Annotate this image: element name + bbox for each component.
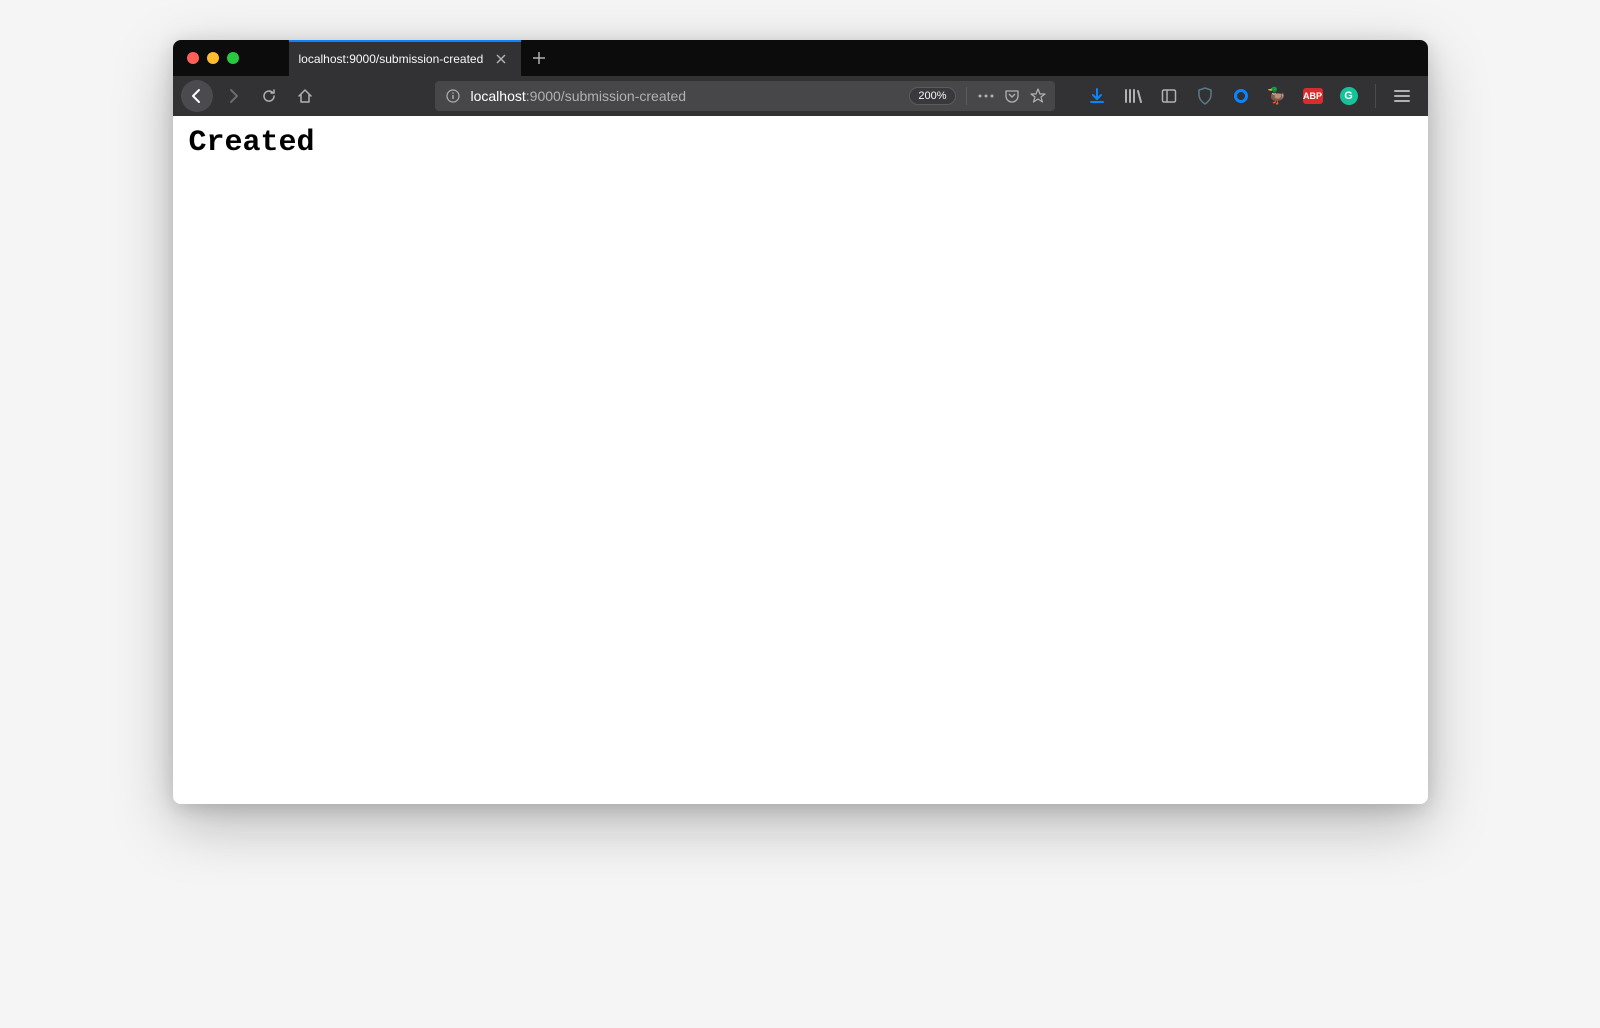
reload-button[interactable]	[253, 80, 285, 112]
toolbar-icons: 🦆 ABP G	[1083, 82, 1420, 110]
downloads-icon[interactable]	[1083, 82, 1111, 110]
back-button[interactable]	[181, 80, 213, 112]
close-tab-icon[interactable]	[491, 51, 511, 67]
window-controls	[181, 40, 249, 76]
toolbar-divider	[1375, 84, 1376, 108]
url-divider	[966, 87, 967, 105]
address-bar[interactable]: localhost:9000/submission-created 200%	[435, 81, 1055, 111]
url-path: :9000/submission-created	[526, 88, 686, 104]
close-window-button[interactable]	[187, 52, 199, 64]
page-body-text: Created	[189, 126, 315, 160]
bookmark-star-icon[interactable]	[1025, 83, 1051, 109]
library-icon[interactable]	[1119, 82, 1147, 110]
extension-circle-icon[interactable]	[1227, 82, 1255, 110]
browser-window: localhost:9000/submission-created	[173, 40, 1428, 804]
page-actions-icon[interactable]	[973, 83, 999, 109]
home-button[interactable]	[289, 80, 321, 112]
minimize-window-button[interactable]	[207, 52, 219, 64]
page-content: Created	[173, 116, 1428, 804]
tab-bar: localhost:9000/submission-created	[173, 40, 1428, 76]
zoom-level-badge[interactable]: 200%	[909, 87, 955, 105]
pocket-icon[interactable]	[999, 83, 1025, 109]
new-tab-button[interactable]	[521, 40, 557, 76]
extension-grammarly-icon[interactable]: G	[1335, 82, 1363, 110]
menu-button[interactable]	[1388, 82, 1416, 110]
extension-duck-icon[interactable]: 🦆	[1263, 82, 1291, 110]
forward-button[interactable]	[217, 80, 249, 112]
toolbar: localhost:9000/submission-created 200%	[173, 76, 1428, 116]
site-info-icon[interactable]	[445, 88, 461, 104]
url-host: localhost	[471, 88, 526, 104]
sidebar-icon[interactable]	[1155, 82, 1183, 110]
tab-title: localhost:9000/submission-created	[299, 52, 484, 66]
url-text: localhost:9000/submission-created	[471, 88, 906, 104]
extension-abp-icon[interactable]: ABP	[1299, 82, 1327, 110]
maximize-window-button[interactable]	[227, 52, 239, 64]
browser-tab[interactable]: localhost:9000/submission-created	[289, 40, 522, 76]
privacy-shield-icon[interactable]	[1191, 82, 1219, 110]
